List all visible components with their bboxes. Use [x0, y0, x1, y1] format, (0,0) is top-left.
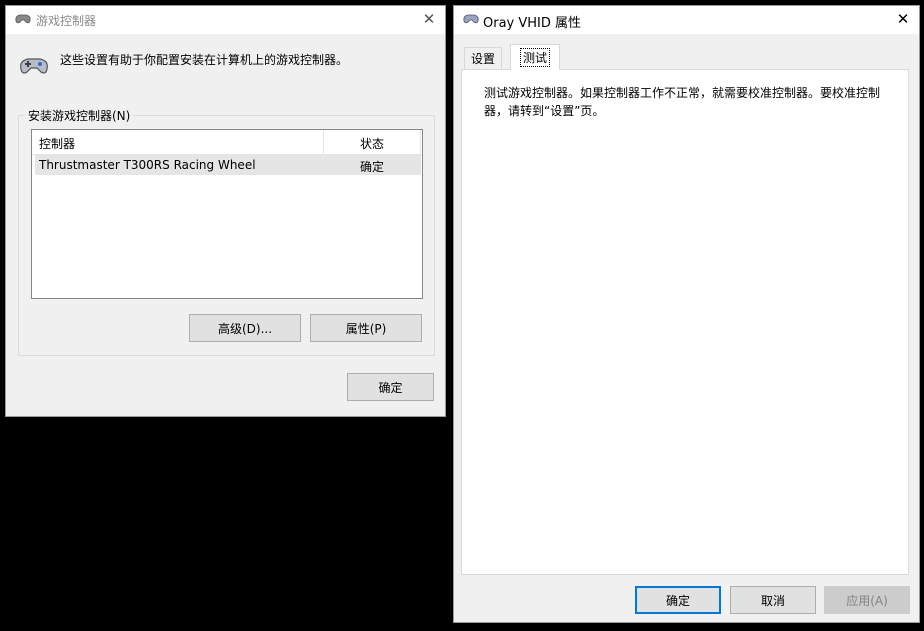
- oray-vhid-properties-window: Oray VHID 属性 ✕ 设置 测试 测试游戏控制器。如果控制器工作不正常，…: [453, 5, 920, 623]
- group-label: 安装游戏控制器(N): [25, 107, 134, 124]
- title-bar[interactable]: Oray VHID 属性 ✕: [454, 6, 919, 34]
- table-row[interactable]: Thrustmaster T300RS Racing Wheel 确定: [35, 155, 421, 175]
- tab-test[interactable]: 测试: [510, 44, 560, 70]
- dialog-description: 这些设置有助于你配置安装在计算机上的游戏控制器。: [60, 53, 349, 67]
- window-title: Oray VHID 属性: [483, 16, 582, 31]
- tab-label: 设置: [470, 52, 495, 66]
- apply-button[interactable]: 应用(A): [824, 586, 910, 614]
- tab-panel-test: 测试游戏控制器。如果控制器工作不正常，就需要校准控制器。要校准控制器，请转到“设…: [461, 69, 909, 575]
- installed-controllers-group: 安装游戏控制器(N) 控制器 状态 Thrustmaster T300RS Ra…: [18, 107, 435, 356]
- ok-button[interactable]: 确定: [347, 373, 434, 401]
- cancel-button[interactable]: 取消: [730, 586, 816, 614]
- column-divider[interactable]: [323, 130, 324, 154]
- window-title: 游戏控制器: [36, 14, 97, 28]
- tab-settings[interactable]: 设置: [464, 47, 502, 69]
- gamepad-large-icon: [20, 58, 48, 74]
- controller-name: Thrustmaster T300RS Racing Wheel: [39, 158, 256, 172]
- gamepad-icon: [463, 14, 479, 24]
- close-button[interactable]: ✕: [891, 8, 915, 30]
- column-header-controller[interactable]: 控制器: [39, 135, 75, 152]
- properties-button[interactable]: 属性(P): [310, 314, 422, 342]
- close-button[interactable]: ✕: [417, 8, 441, 30]
- game-controllers-window: 游戏控制器 ✕ 这些设置有助于你配置安装在计算机上的游戏控制器。 安装游戏控制器…: [5, 5, 446, 417]
- column-divider[interactable]: [420, 130, 421, 154]
- ok-button[interactable]: 确定: [635, 586, 721, 614]
- test-description: 测试游戏控制器。如果控制器工作不正常，就需要校准控制器。要校准控制器，请转到“设…: [484, 86, 881, 118]
- controller-status: 确定: [360, 160, 385, 174]
- column-header-status[interactable]: 状态: [360, 135, 384, 152]
- gamepad-icon: [15, 14, 31, 24]
- title-bar[interactable]: 游戏控制器 ✕: [6, 6, 445, 34]
- advanced-button[interactable]: 高级(D)...: [189, 314, 301, 342]
- list-header: 控制器 状态: [32, 130, 422, 155]
- tab-label: 测试: [519, 48, 551, 67]
- controllers-list[interactable]: 控制器 状态 Thrustmaster T300RS Racing Wheel …: [31, 129, 423, 299]
